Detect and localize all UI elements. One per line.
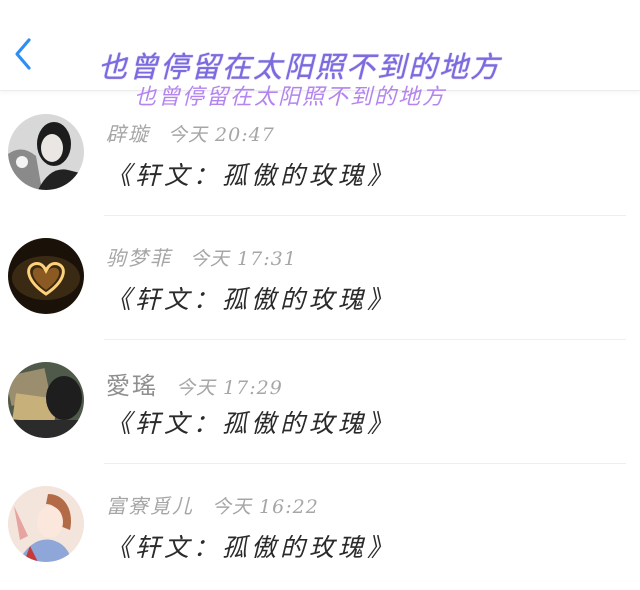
list-item[interactable]: 驹梦菲 今天 17:31 《轩文：孤傲的玫瑰》 — [0, 216, 640, 340]
sender-name: 辟璇 — [106, 122, 150, 146]
message-text: 《轩文：孤傲的玫瑰》 — [106, 409, 397, 438]
list-item[interactable]: 辟璇 今天 20:47 《轩文：孤傲的玫瑰》 — [0, 92, 640, 216]
message-meta: 富寮覓儿 今天 16:22 — [106, 490, 319, 519]
message-meta: 辟璇 今天 20:47 — [106, 118, 275, 147]
message-text: 《轩文：孤傲的玫瑰》 — [106, 285, 397, 314]
sender-name: 驹梦菲 — [106, 246, 172, 270]
message-text: 《轩文：孤傲的玫瑰》 — [106, 533, 397, 562]
avatar[interactable] — [8, 114, 84, 190]
message-time: 今天 20:47 — [168, 124, 275, 146]
sender-name: 富寮覓儿 — [106, 494, 194, 518]
message-time: 今天 17:29 — [176, 377, 283, 399]
list-item[interactable]: 富寮覓儿 今天 16:22 《轩文：孤傲的玫瑰》 — [0, 464, 640, 588]
avatar[interactable] — [8, 238, 84, 314]
avatar[interactable] — [8, 486, 84, 562]
list-item[interactable]: 愛瑤 今天 17:29 《轩文：孤傲的玫瑰》 — [0, 340, 640, 464]
message-meta: 驹梦菲 今天 17:31 — [106, 242, 297, 271]
message-meta: 愛瑤 今天 17:29 — [106, 366, 283, 401]
message-time: 今天 17:31 — [190, 248, 297, 270]
avatar[interactable] — [8, 362, 84, 438]
message-time: 今天 16:22 — [212, 496, 319, 518]
back-button[interactable] — [6, 34, 40, 74]
chevron-left-icon — [15, 38, 31, 70]
message-list: 辟璇 今天 20:47 《轩文：孤傲的玫瑰》 驹梦菲 今天 17:31 《轩文：孤傲… — [0, 92, 640, 588]
message-text: 《轩文：孤傲的玫瑰》 — [106, 161, 397, 190]
sender-name: 愛瑤 — [106, 372, 158, 400]
top-bar: 也曾停留在太阳照不到的地方 也曾停留在太阳照不到的地方 — [0, 0, 640, 110]
